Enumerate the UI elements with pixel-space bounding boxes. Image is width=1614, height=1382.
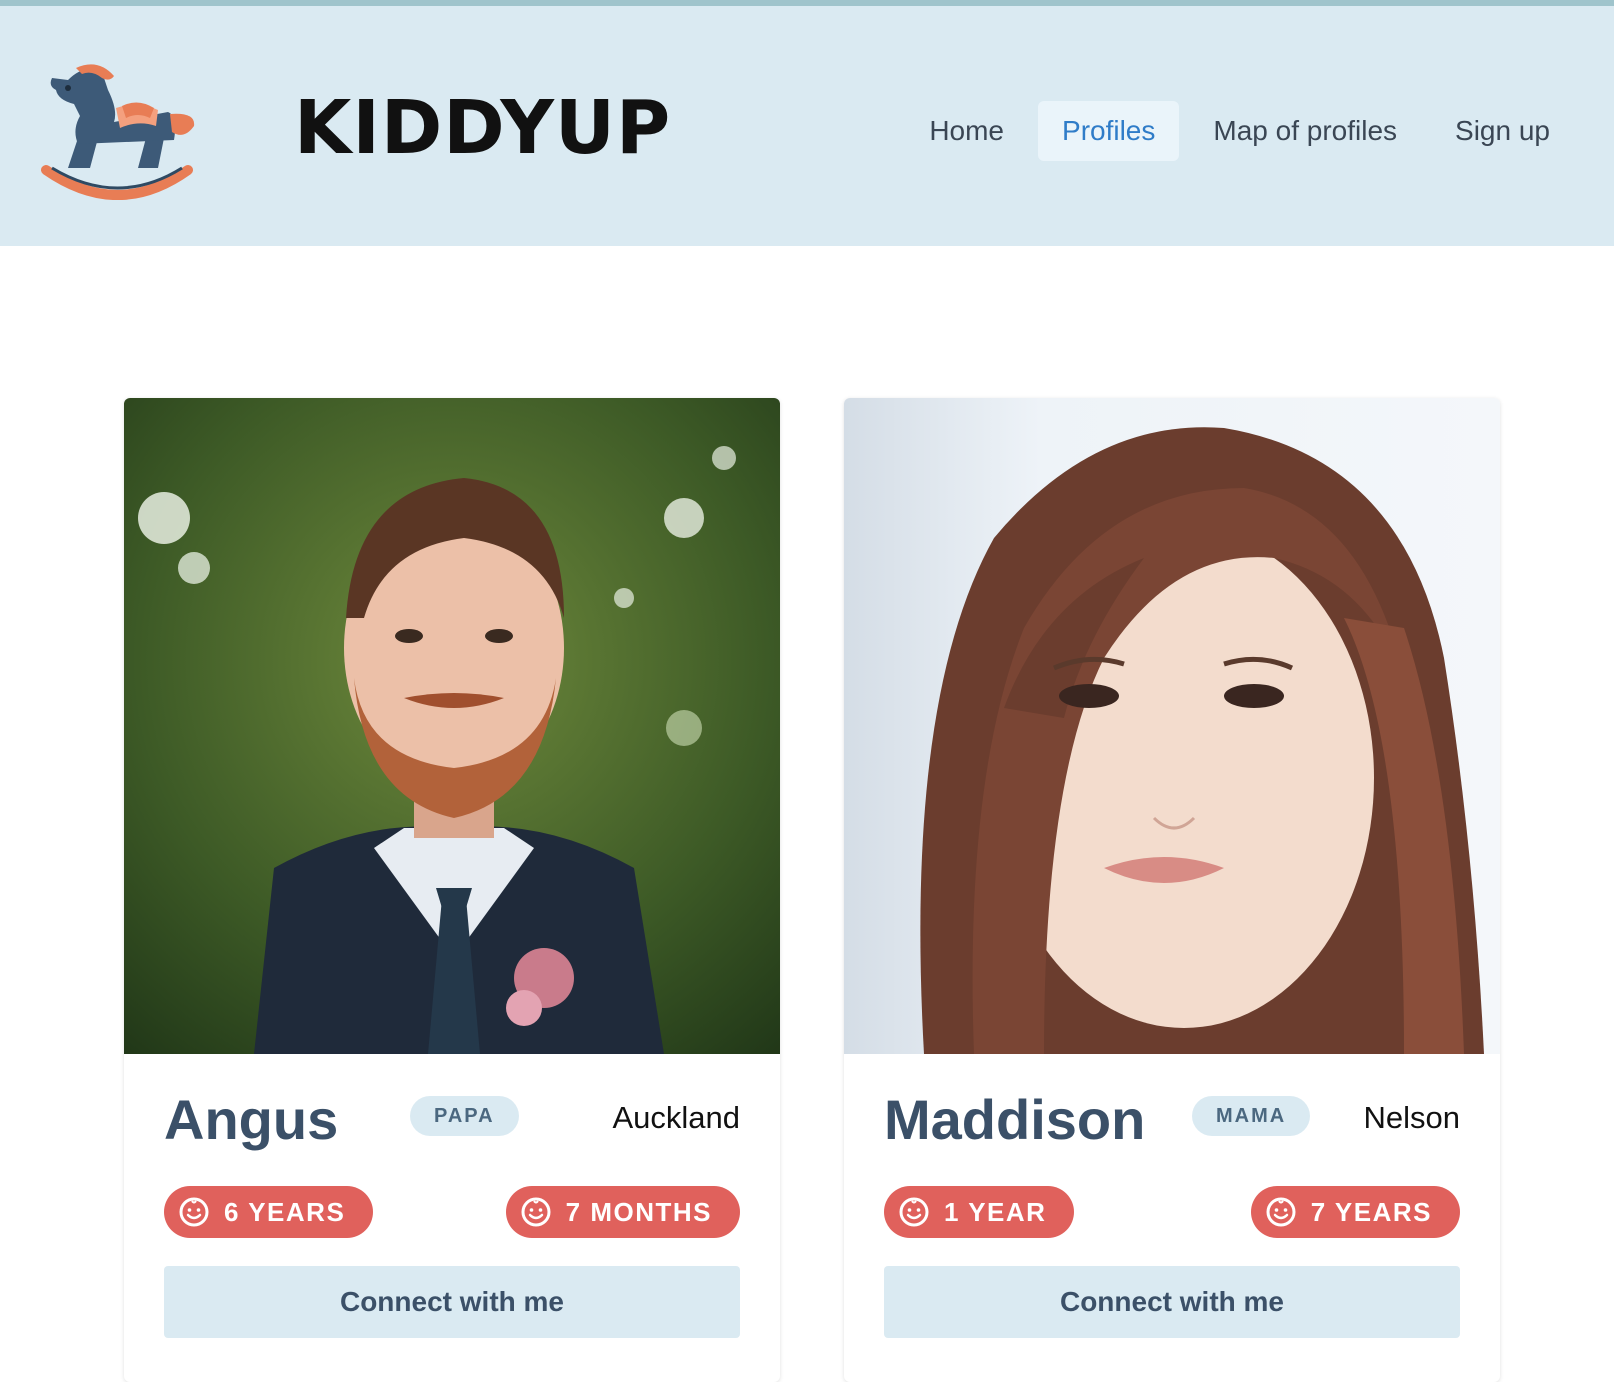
profile-city: Auckland bbox=[612, 1100, 740, 1135]
profile-city: Nelson bbox=[1363, 1100, 1461, 1135]
profile-card: Maddison MAMA Nelson 1 YEAR 7 YEARS Conn… bbox=[844, 398, 1500, 1382]
child-age-badge: 7 YEARS bbox=[1250, 1186, 1460, 1238]
child-age-badge: 1 YEAR bbox=[884, 1186, 1075, 1238]
connect-button[interactable]: Connect with me bbox=[884, 1266, 1460, 1338]
nav-profiles[interactable]: Profiles bbox=[1038, 101, 1180, 161]
child-age-label: 6 YEARS bbox=[224, 1197, 346, 1227]
role-badge: MAMA bbox=[1192, 1096, 1311, 1136]
profile-name: Maddison bbox=[884, 1088, 1146, 1151]
rocking-horse-icon[interactable] bbox=[38, 60, 198, 200]
nav-sign-up[interactable]: Sign up bbox=[1431, 101, 1574, 161]
baby-face-icon bbox=[179, 1197, 209, 1227]
child-age-label: 7 YEARS bbox=[1310, 1197, 1432, 1227]
nav-home[interactable]: Home bbox=[905, 101, 1028, 161]
baby-face-icon bbox=[899, 1197, 929, 1227]
child-age-label: 1 YEAR bbox=[944, 1197, 1047, 1227]
child-age-label: 7 MONTHS bbox=[565, 1197, 712, 1227]
baby-face-icon bbox=[1266, 1197, 1296, 1227]
baby-face-icon bbox=[521, 1197, 551, 1227]
child-age-badge: 6 YEARS bbox=[164, 1186, 374, 1238]
profile-photo bbox=[124, 398, 780, 1054]
main-nav: Home Profiles Map of profiles Sign up bbox=[895, 101, 1574, 161]
profile-card: Angus PAPA Auckland 6 YEARS 7 MONTHS Con… bbox=[124, 398, 780, 1382]
child-age-badge: 7 MONTHS bbox=[505, 1186, 740, 1238]
connect-button[interactable]: Connect with me bbox=[164, 1266, 740, 1338]
brand-name[interactable]: KIDDYUP bbox=[294, 88, 671, 168]
profile-name: Angus bbox=[164, 1088, 339, 1151]
profile-photo bbox=[844, 398, 1500, 1054]
nav-map-of-profiles[interactable]: Map of profiles bbox=[1189, 101, 1421, 161]
site-header: KIDDYUP Home Profiles Map of profiles Si… bbox=[0, 6, 1614, 246]
role-badge: PAPA bbox=[410, 1096, 519, 1136]
